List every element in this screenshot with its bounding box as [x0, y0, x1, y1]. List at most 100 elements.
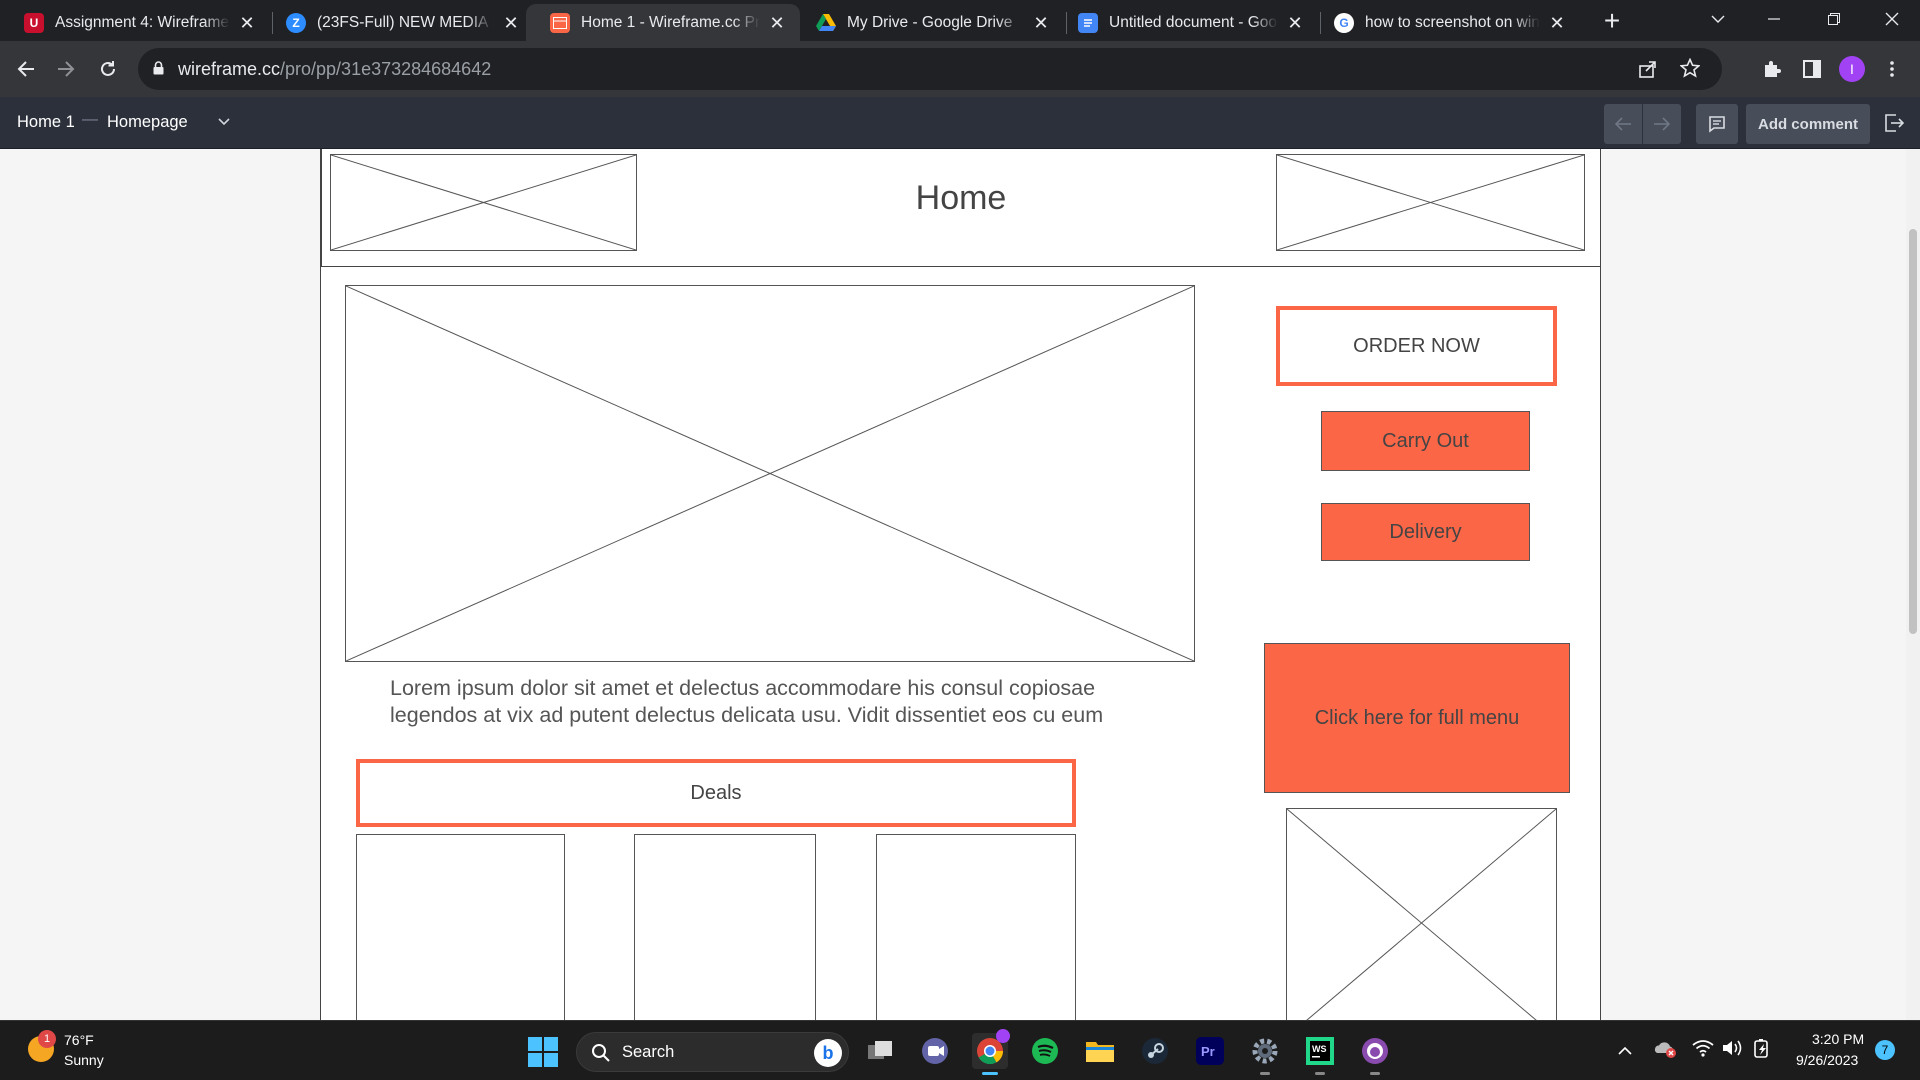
tab-title: My Drive - Google Drive: [847, 13, 1013, 31]
tab-wireframe-preview[interactable]: Home 1 - Wireframe.cc Prev ✕: [526, 4, 800, 41]
show-hidden-icons-chevron-icon[interactable]: [1618, 1043, 1632, 1061]
lock-icon[interactable]: [153, 61, 164, 80]
weather-badge: 1: [38, 1030, 56, 1048]
page-dropdown-chevron-icon[interactable]: [216, 113, 232, 129]
tab-title: how to screenshot on wind: [1365, 13, 1540, 31]
tab-google-drive[interactable]: My Drive - Google Drive ✕: [792, 4, 1064, 41]
webstorm-icon[interactable]: WS: [1302, 1033, 1338, 1075]
tab-title: Assignment 4: Wireframes: [55, 13, 230, 31]
full-menu-button[interactable]: Click here for full menu: [1264, 643, 1570, 793]
tab-search-chevron-icon[interactable]: [1688, 0, 1748, 38]
exit-preview-icon[interactable]: [1884, 113, 1905, 138]
wireframe-app-header: Home 1 — Homepage Add comment: [0, 97, 1920, 149]
intro-line-2: legendos at vix ad putent delectus delic…: [390, 703, 1104, 727]
browser-toolbar: wireframe.cc/pro/pp/31e373284684642 I: [0, 41, 1920, 97]
svg-text:Pr: Pr: [1201, 1044, 1215, 1059]
tab-google-doc[interactable]: Untitled document - Googl ✕: [1054, 4, 1318, 41]
wireframe-page: Home ORDER NOW Carry Out Delivery Click …: [320, 149, 1601, 1020]
task-view-icon[interactable]: [862, 1033, 898, 1069]
wifi-icon[interactable]: [1692, 1039, 1714, 1062]
close-tab-icon[interactable]: ✕: [238, 14, 256, 32]
google-docs-favicon-icon: [1078, 12, 1098, 33]
zoom-favicon-icon: Z: [286, 12, 306, 33]
windows-start-icon[interactable]: [528, 1037, 558, 1067]
google-favicon-icon: G: [1334, 12, 1354, 33]
tab-new-media[interactable]: Z (23FS-Full) NEW MEDIA I (0 ✕: [262, 4, 534, 41]
url-domain: wireframe.cc: [178, 59, 281, 79]
scrollbar-thumb[interactable]: [1909, 229, 1917, 634]
onedrive-offline-icon[interactable]: [1653, 1039, 1677, 1064]
search-placeholder: Search: [622, 1043, 675, 1061]
clock-time[interactable]: 3:20 PM: [1812, 1031, 1864, 1047]
close-window-button[interactable]: [1862, 0, 1920, 38]
previous-page-button[interactable]: [1604, 104, 1642, 144]
close-tab-icon[interactable]: ✕: [1548, 14, 1566, 32]
weather-temperature[interactable]: 76°F: [64, 1032, 94, 1048]
tab-title: Home 1 - Wireframe.cc Prev: [581, 13, 760, 31]
vertical-scrollbar[interactable]: [1906, 149, 1920, 1020]
wireframe-canvas: Home ORDER NOW Carry Out Delivery Click …: [0, 149, 1920, 1020]
bookmark-star-icon[interactable]: [1679, 57, 1701, 83]
chrome-menu-icon[interactable]: [1876, 53, 1908, 85]
settings-gear-icon[interactable]: [1247, 1033, 1283, 1075]
add-comment-button[interactable]: Add comment: [1746, 104, 1870, 144]
intro-line-1: Lorem ipsum dolor sit amet et delectus a…: [390, 676, 1096, 700]
comments-toggle-button[interactable]: [1696, 104, 1738, 144]
search-icon: [591, 1043, 611, 1068]
taskbar-search-box[interactable]: Search b: [576, 1032, 849, 1072]
close-tab-icon[interactable]: ✕: [768, 14, 786, 32]
carry-out-button[interactable]: Carry Out: [1321, 411, 1530, 471]
teams-chat-icon[interactable]: [917, 1033, 953, 1069]
back-button[interactable]: [10, 53, 42, 85]
google-drive-favicon-icon: [816, 13, 836, 33]
delivery-button[interactable]: Delivery: [1321, 503, 1530, 561]
address-bar[interactable]: wireframe.cc/pro/pp/31e373284684642: [138, 48, 1722, 90]
clock-date[interactable]: 9/26/2023: [1796, 1052, 1858, 1068]
side-panel-icon[interactable]: [1796, 53, 1828, 85]
close-tab-icon[interactable]: ✕: [1032, 14, 1050, 32]
order-now-button[interactable]: ORDER NOW: [1276, 306, 1557, 386]
chrome-icon[interactable]: [972, 1029, 1010, 1075]
url-text: wireframe.cc/pro/pp/31e373284684642: [178, 59, 491, 80]
tab-google-search[interactable]: G how to screenshot on wind ✕: [1310, 4, 1580, 41]
battery-icon[interactable]: [1752, 1038, 1776, 1063]
tab-assignment[interactable]: U Assignment 4: Wireframes ✕: [0, 4, 270, 41]
deal-card-2: [634, 834, 816, 1020]
wireframe-favicon-icon: [550, 12, 570, 33]
forward-button[interactable]: [50, 53, 82, 85]
deals-button[interactable]: Deals: [356, 759, 1076, 827]
next-page-button[interactable]: [1643, 104, 1681, 144]
deal-card-3: [876, 834, 1076, 1020]
volume-icon[interactable]: [1722, 1039, 1744, 1062]
chrome-profile-badge: [996, 1029, 1010, 1043]
breadcrumb-separator: —: [82, 111, 98, 128]
restore-button[interactable]: [1804, 0, 1864, 38]
steam-icon[interactable]: [1137, 1033, 1173, 1069]
header-image-placeholder: [1276, 154, 1585, 251]
minimize-button[interactable]: [1744, 0, 1804, 38]
share-icon[interactable]: [1638, 59, 1658, 84]
premiere-pro-icon[interactable]: Pr: [1192, 1033, 1228, 1069]
weather-condition[interactable]: Sunny: [64, 1052, 104, 1068]
tab-title: (23FS-Full) NEW MEDIA I (0: [317, 13, 494, 31]
profile-avatar[interactable]: I: [1839, 56, 1865, 82]
intro-paragraph: Lorem ipsum dolor sit amet et delectus a…: [390, 675, 1190, 729]
close-tab-icon[interactable]: ✕: [1286, 14, 1304, 32]
side-image-placeholder: [1286, 808, 1557, 1020]
browser-tab-strip: U Assignment 4: Wireframes ✕ Z (23FS-Ful…: [0, 0, 1920, 41]
breadcrumb-project[interactable]: Home 1: [17, 113, 75, 132]
notification-badge[interactable]: 7: [1875, 1040, 1895, 1060]
extensions-puzzle-icon[interactable]: [1756, 53, 1788, 85]
hero-image-placeholder: [345, 285, 1195, 662]
github-desktop-icon[interactable]: [1357, 1033, 1393, 1075]
reload-button[interactable]: [92, 53, 124, 85]
new-tab-button[interactable]: +: [1600, 6, 1624, 36]
breadcrumb-page[interactable]: Homepage: [107, 113, 188, 132]
file-explorer-icon[interactable]: [1082, 1033, 1118, 1069]
close-tab-icon[interactable]: ✕: [502, 14, 520, 32]
url-path: /pro/pp/31e373284684642: [280, 59, 492, 79]
bing-icon[interactable]: b: [814, 1039, 842, 1067]
spotify-icon[interactable]: [1027, 1033, 1063, 1069]
windows-taskbar: 1 76°F Sunny Search b Pr WS 3:20 PM 9/26…: [0, 1020, 1920, 1080]
university-favicon-icon: U: [24, 12, 44, 33]
